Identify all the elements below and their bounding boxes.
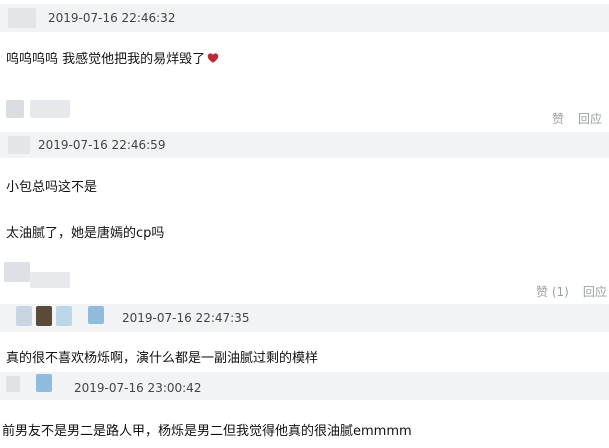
- comment-timestamp-2: 2019-07-16 22:46:59: [38, 138, 166, 152]
- avatar-blurred: [88, 306, 104, 324]
- like-button[interactable]: 赞: [552, 112, 564, 126]
- comment-text-4: 真的很不喜欢杨烁啊，演什么都是一副油腻过剩的模样: [6, 351, 319, 366]
- avatar-blurred: [56, 306, 72, 326]
- comment-text-1-body: 呜呜呜呜 我感觉他把我的易烊毁了: [6, 52, 206, 67]
- avatar-blurred: [36, 374, 52, 392]
- avatar-blurred: [8, 136, 30, 154]
- comment-text-3: 太油腻了，她是唐嫣的cp吗: [6, 226, 165, 241]
- comment-text-1: 呜呜呜呜 我感觉他把我的易烊毁了: [6, 48, 219, 67]
- comment-timestamp-3: 2019-07-16 22:47:35: [122, 311, 250, 325]
- comment-text-2: 小包总吗这不是: [6, 180, 98, 195]
- comment-actions-2: 赞 (1) 回应: [522, 283, 607, 300]
- comment-timestamp-4: 2019-07-16 23:00:42: [74, 381, 202, 395]
- reply-button[interactable]: 回应: [578, 112, 602, 126]
- avatar-blurred: [8, 8, 36, 28]
- avatar-blurred: [30, 272, 70, 288]
- avatar-blurred: [4, 262, 30, 282]
- avatar-blurred: [16, 306, 32, 326]
- avatar-blurred: [6, 376, 20, 392]
- heart-icon: [207, 53, 219, 63]
- comment-text-5: 前男友不是男二是路人甲，杨烁是男二但我觉得他真的很油腻emmmm: [2, 424, 412, 439]
- avatar-blurred: [30, 100, 70, 118]
- reply-button[interactable]: 回应: [583, 285, 607, 299]
- like-button[interactable]: 赞 (1): [536, 285, 569, 299]
- comment-timestamp-1: 2019-07-16 22:46:32: [48, 11, 176, 25]
- comment-actions-1: 赞回应: [538, 110, 602, 127]
- avatar-blurred: [6, 100, 24, 118]
- avatar-blurred: [36, 306, 52, 326]
